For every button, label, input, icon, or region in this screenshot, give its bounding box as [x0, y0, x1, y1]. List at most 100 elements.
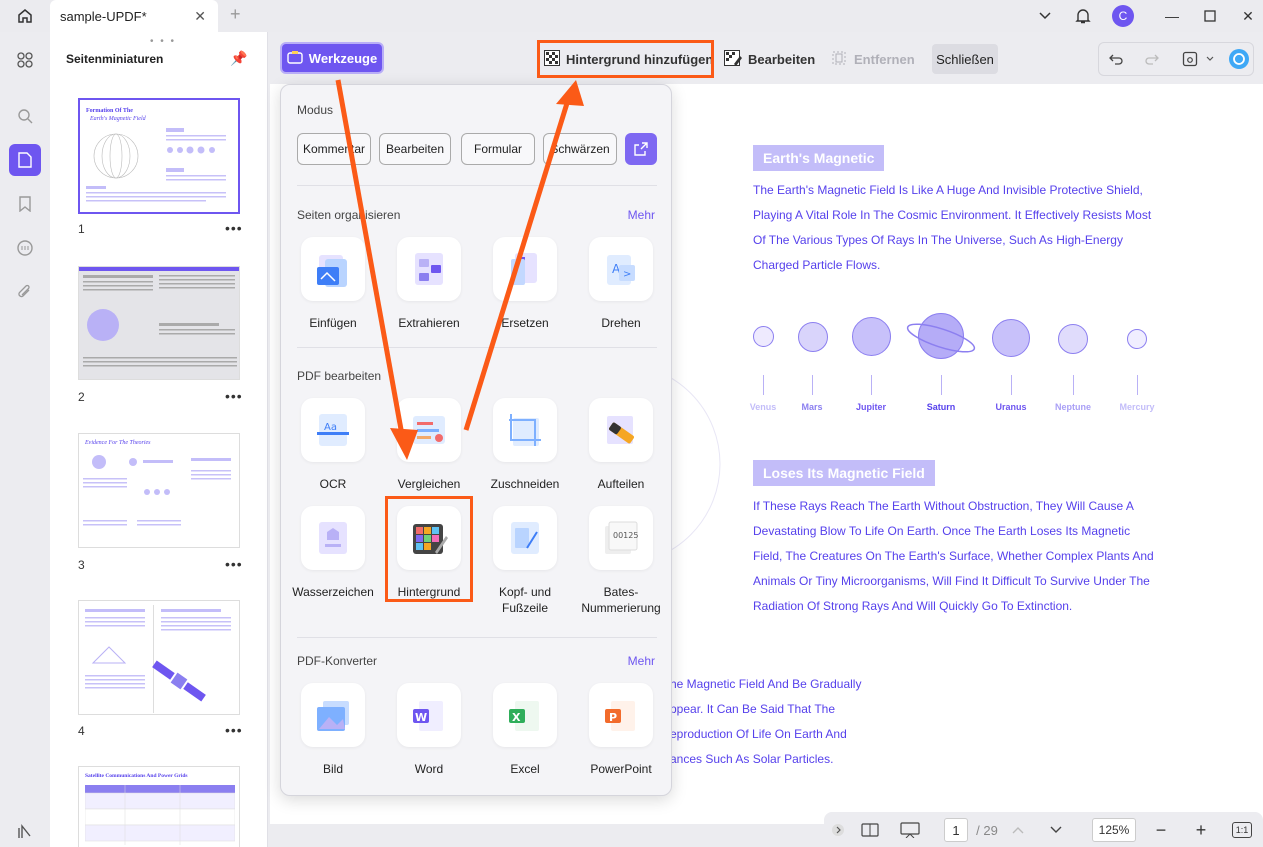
close-tab-icon[interactable]: ✕ [194, 8, 206, 25]
tool-rotate[interactable]: A > Drehen [579, 237, 663, 331]
pin-icon[interactable]: 📌 [230, 50, 247, 67]
new-tab-icon[interactable]: + [230, 4, 241, 25]
close-window-icon[interactable]: ✕ [1238, 4, 1258, 28]
thumbnail-more-icon[interactable]: ••• [225, 388, 243, 404]
tools-button[interactable]: Werkzeuge [280, 42, 384, 74]
thumbnail-page-3[interactable]: Evidence For The Theories [78, 433, 240, 548]
user-avatar[interactable]: C [1112, 4, 1134, 28]
paragraph-line: Charged Particle Flows. [753, 258, 881, 272]
edit-background-button[interactable]: Bearbeiten [724, 44, 815, 74]
mode-redact-button[interactable]: Schwärzen [543, 133, 617, 165]
thumbnail-more-icon[interactable]: ••• [225, 220, 243, 236]
minimize-icon[interactable]: — [1162, 4, 1182, 28]
tool-watermark[interactable]: Wasserzeichen [291, 506, 375, 600]
organize-section-title: Seiten organisieren [297, 208, 401, 222]
tool-convert-powerpoint[interactable]: P PowerPoint [579, 683, 663, 777]
planet-label: Mars [801, 402, 823, 412]
thumb1-preview [86, 128, 226, 202]
tool-header-footer[interactable]: Kopf- und Fußzeile [483, 506, 567, 616]
svg-text:W: W [415, 711, 427, 724]
ai-assistant-icon[interactable] [1228, 44, 1250, 74]
remove-label: Entfernen [854, 51, 915, 67]
bell-icon[interactable] [1072, 4, 1094, 28]
thumb5-preview [85, 785, 235, 845]
tool-insert[interactable]: Einfügen [291, 237, 375, 331]
mode-section-title: Modus [297, 103, 334, 117]
collapse-nav-icon[interactable] [830, 818, 846, 842]
converter-more-link[interactable]: Mehr [628, 654, 655, 668]
zoom-level-input[interactable]: 125% [1092, 818, 1136, 842]
tool-replace[interactable]: Ersetzen [483, 237, 567, 331]
thumbnail-page-5[interactable]: Satellite Communications And Power Grids [78, 766, 240, 847]
tool-label: Drehen [601, 316, 641, 330]
tool-convert-image[interactable]: Bild [291, 683, 375, 777]
remove-icon [830, 49, 848, 70]
save-icon[interactable] [1182, 44, 1198, 74]
chevron-down-icon[interactable] [1036, 4, 1054, 28]
actual-size-button[interactable]: 1:1 [1232, 822, 1252, 838]
tools-popup: Modus Kommentar Bearbeiten Formular Schw… [280, 84, 672, 796]
tool-label: Word [414, 762, 444, 776]
page-layout-icon[interactable] [860, 818, 880, 842]
comment-icon[interactable] [9, 232, 41, 264]
previous-page-icon[interactable] [1010, 818, 1026, 842]
save-dropdown-icon[interactable] [1206, 44, 1214, 74]
presentation-icon[interactable] [900, 818, 920, 842]
svg-text:X: X [512, 711, 521, 724]
attachment-icon[interactable] [9, 276, 41, 308]
remove-background-button[interactable]: Entfernen [830, 44, 915, 74]
mode-edit-button[interactable]: Bearbeiten [379, 133, 451, 165]
grid-icon[interactable] [9, 44, 41, 76]
tool-label: Extrahieren [398, 316, 460, 330]
thumbnail-page-4[interactable] [78, 600, 240, 715]
edit-checker-icon [724, 49, 742, 69]
mode-comment-button[interactable]: Kommentar [297, 133, 371, 165]
tool-extract[interactable]: Extrahieren [387, 237, 471, 331]
thumbnail-page-2[interactable] [78, 266, 240, 380]
divider [297, 637, 657, 638]
close-mode-button[interactable]: Schließen [932, 44, 998, 74]
redo-icon[interactable] [1144, 44, 1160, 74]
sidebar-toggle-icon[interactable] [9, 816, 41, 847]
zoom-out-icon[interactable]: − [1152, 818, 1170, 842]
planet-venus [753, 326, 774, 347]
tool-convert-excel[interactable]: X Excel [483, 683, 567, 777]
document-tab[interactable]: sample-UPDF* ✕ [50, 0, 218, 32]
current-page-input[interactable]: 1 [944, 818, 968, 842]
search-icon[interactable] [9, 100, 41, 132]
maximize-icon[interactable] [1200, 4, 1220, 28]
replace-icon [493, 237, 557, 301]
organize-more-link[interactable]: Mehr [628, 208, 655, 222]
bookmark-icon[interactable] [9, 188, 41, 220]
thumbnails-title: Seitenminiaturen [66, 52, 164, 66]
edit-toolbar: Werkzeuge Hintergrund hinzufügen Bearbei… [270, 32, 1263, 84]
undo-icon[interactable] [1108, 44, 1124, 74]
tool-compare[interactable]: Vergleichen [387, 398, 471, 492]
tool-bates-numbering[interactable]: 00125 Bates-Nummerierung [579, 506, 663, 616]
zoom-in-icon[interactable]: + [1192, 818, 1210, 842]
thumbnail-more-icon[interactable]: ••• [225, 722, 243, 738]
planet-label: Neptune [1055, 402, 1091, 412]
planet-jupiter [852, 317, 891, 356]
page-navigation-bar: 1 / 29 125% − + 1:1 [824, 812, 1263, 847]
tool-split[interactable]: Aufteilen [579, 398, 663, 492]
tool-ocr[interactable]: Aa OCR [291, 398, 375, 492]
home-icon[interactable] [8, 3, 42, 29]
thumb3-heading: Evidence For The Theories [85, 440, 151, 446]
external-link-icon[interactable] [625, 133, 657, 165]
highlight-add-background [537, 40, 714, 78]
thumbnail-page-number: 2 [78, 390, 85, 404]
tool-crop[interactable]: Zuschneiden [483, 398, 567, 492]
extract-icon [397, 237, 461, 301]
tool-label: Vergleichen [397, 477, 461, 491]
saturn-ring [906, 323, 976, 353]
tool-convert-word[interactable]: W Word [387, 683, 471, 777]
heading-loses-magnetic-field: Loses Its Magnetic Field [753, 460, 935, 486]
thumbnail-page-1[interactable]: Formation Of The Earth's Magnetic Field [78, 98, 240, 214]
panel-grip-icon[interactable]: • • • [150, 36, 176, 47]
thumbnail-more-icon[interactable]: ••• [225, 556, 243, 572]
next-page-icon[interactable] [1048, 818, 1064, 842]
excel-icon: X [493, 683, 557, 747]
thumbnails-icon[interactable] [9, 144, 41, 176]
mode-form-button[interactable]: Formular [461, 133, 535, 165]
